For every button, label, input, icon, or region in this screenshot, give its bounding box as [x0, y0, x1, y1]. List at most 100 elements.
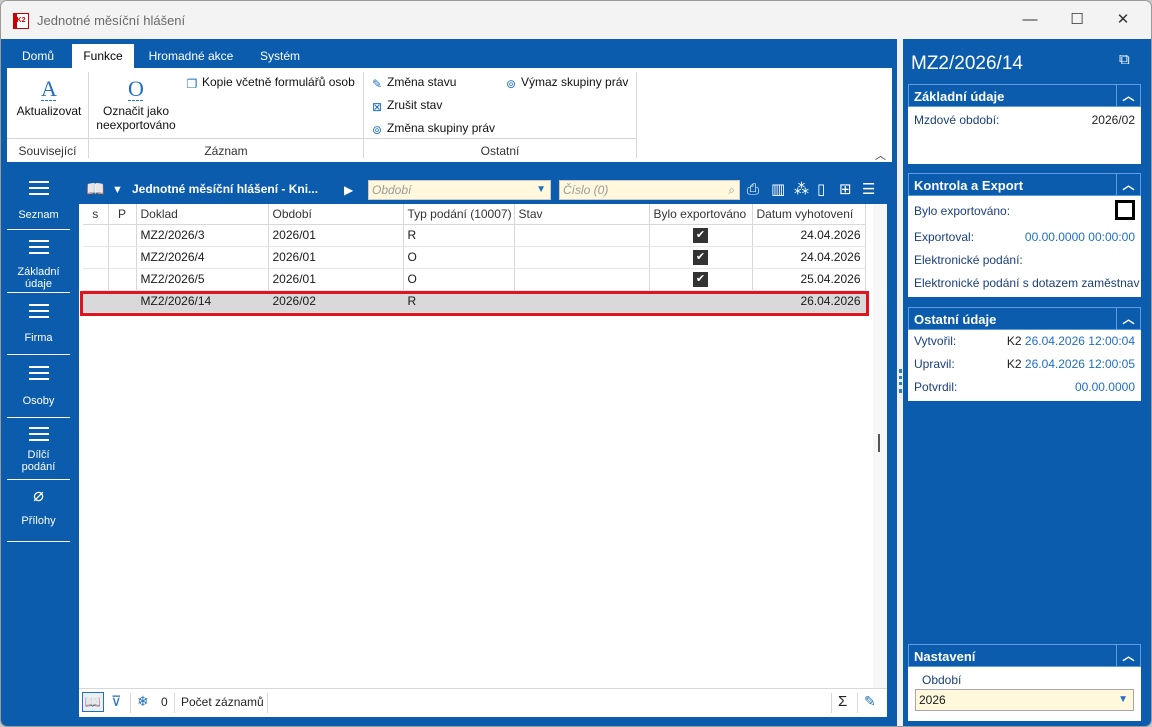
- snowflake-icon[interactable]: ❄: [137, 693, 149, 710]
- dropdown-icon[interactable]: ▼: [1118, 690, 1128, 710]
- collapse-icon[interactable]: ︿: [1116, 174, 1140, 195]
- col-header-obdobi[interactable]: Období: [268, 204, 404, 225]
- field-label: Elektronické podání:: [914, 253, 1023, 267]
- field-bylo-exportovano: Bylo exportováno:: [908, 196, 1141, 226]
- copy-forms-button[interactable]: ❐ Kopie včetně formulářů osob: [185, 73, 355, 91]
- vertical-scrollbar[interactable]: [873, 204, 887, 690]
- field-value: 00.00.0000 00:00:00: [1024, 230, 1135, 244]
- collapse-icon[interactable]: ︿: [1116, 308, 1140, 329]
- tab-hromadne-akce[interactable]: Hromadné akce: [141, 44, 241, 68]
- col-header-s[interactable]: s: [83, 204, 109, 225]
- number-filter-input[interactable]: Číslo (0) ⌕: [559, 180, 740, 200]
- book-icon[interactable]: 📖: [86, 180, 105, 200]
- chart-icon[interactable]: ▥: [771, 180, 785, 200]
- table-row[interactable]: MZ2/2026/4 2026/01 O ✔ 24.04.2026: [83, 246, 866, 269]
- menu-icon[interactable]: ☰: [862, 180, 875, 200]
- group-label-other: Ostatní: [480, 144, 520, 158]
- close-button[interactable]: ✕: [1109, 9, 1137, 31]
- tab-system[interactable]: Systém: [250, 44, 310, 68]
- scrollbar-thumb[interactable]: [878, 434, 880, 452]
- nav-item-seznam[interactable]: Seznam: [7, 171, 70, 230]
- col-header-doklad[interactable]: Doklad: [136, 204, 269, 225]
- columns-icon[interactable]: ▯: [817, 180, 825, 200]
- section-header-basic[interactable]: Základní údaje ︿: [908, 84, 1141, 107]
- delete-rights-group-button[interactable]: ⊚ Výmaz skupiny práv: [504, 73, 628, 91]
- cell-obdobi: 2026/02: [268, 290, 404, 313]
- col-header-bylo-exportovano[interactable]: Bylo exportováno: [649, 204, 753, 225]
- col-header-typ-podani[interactable]: Typ podání (10007): [403, 204, 515, 225]
- cell-datum: 25.04.2026: [752, 268, 866, 291]
- open-external-icon[interactable]: ⧉: [1119, 51, 1130, 68]
- change-state-button[interactable]: ✎ Změna stavu: [370, 73, 456, 91]
- cell-doklad: MZ2/2026/5: [136, 268, 269, 291]
- col-header-p[interactable]: P: [108, 204, 137, 225]
- nav-item-zakladni-udaje[interactable]: Základní údaje: [7, 231, 70, 293]
- chevron-down-icon[interactable]: ▼: [112, 180, 123, 200]
- list-icon: [28, 366, 49, 380]
- field-potvrdil: Potvrdil: 00.00.0000: [908, 376, 1141, 399]
- table-row[interactable]: MZ2/2026/3 2026/01 R ✔ 24.04.2026: [83, 224, 866, 247]
- list-icon: [28, 181, 49, 195]
- section-title: Základní údaje: [914, 89, 1005, 104]
- cancel-state-button[interactable]: ⊠ Zrušit stav: [370, 96, 442, 114]
- field-label: Bylo exportováno:: [914, 204, 1011, 218]
- sum-icon[interactable]: Σ: [838, 693, 847, 710]
- change-rights-group-button[interactable]: ⊚ Změna skupiny práv: [370, 119, 495, 137]
- dropdown-icon[interactable]: ▼: [536, 181, 546, 199]
- cell-doklad: MZ2/2026/4: [136, 246, 269, 269]
- nav-item-osoby[interactable]: Osoby: [7, 356, 70, 418]
- filter-icon[interactable]: ⊽: [111, 693, 121, 710]
- nav-item-prilohy[interactable]: ⌀ Přílohy: [7, 481, 70, 542]
- maximize-button[interactable]: ☐: [1063, 9, 1091, 31]
- settings-period-value: 2026: [919, 693, 946, 707]
- group-label-related: Související: [18, 144, 77, 158]
- nav-item-firma[interactable]: Firma: [7, 294, 70, 355]
- mark-not-exported-button[interactable]: O Označit jako neexportováno: [93, 78, 179, 133]
- hierarchy-icon[interactable]: ⁂: [794, 180, 809, 200]
- record-count: 0: [161, 695, 168, 709]
- list-icon: [28, 427, 49, 441]
- book-icon[interactable]: 📖: [82, 692, 104, 712]
- cell-obdobi: 2026/01: [268, 246, 404, 269]
- cell-typ: R: [403, 290, 515, 313]
- table-header: s P Doklad Období Typ podání (10007) Sta…: [83, 204, 866, 225]
- settings-period-select[interactable]: 2026 ▼: [915, 689, 1134, 711]
- section-header-settings[interactable]: Nastavení ︿: [908, 644, 1141, 667]
- collapse-icon[interactable]: ︿: [1116, 85, 1140, 106]
- cell-exported: ✔: [649, 224, 753, 247]
- cell-exported: ✔: [649, 246, 753, 269]
- nav-label: Seznam: [18, 209, 59, 221]
- updated-user: K2: [1006, 357, 1022, 371]
- period-filter-input[interactable]: Období ▼: [368, 180, 551, 200]
- print-icon[interactable]: ⎙: [747, 180, 759, 200]
- cell-stav: [514, 268, 650, 291]
- checked-checkbox-icon: ✔: [693, 271, 708, 287]
- nav-label: Firma: [24, 332, 53, 344]
- table-row-selected[interactable]: MZ2/2026/14 2026/02 R 26.04.2026: [83, 290, 866, 313]
- section-header-export[interactable]: Kontrola a Export ︿: [908, 173, 1141, 196]
- collapse-icon[interactable]: ︿: [1116, 645, 1140, 666]
- nav-item-dilci-podani[interactable]: Dílčí podání: [7, 419, 70, 480]
- tab-funkce[interactable]: Funkce: [72, 44, 134, 68]
- cell-obdobi: 2026/01: [268, 224, 404, 247]
- excel-icon[interactable]: ⊞: [839, 180, 852, 200]
- section-header-other[interactable]: Ostatní údaje ︿: [908, 307, 1141, 330]
- play-icon[interactable]: ▶: [344, 180, 353, 200]
- refresh-button[interactable]: A Aktualizovat: [11, 78, 87, 119]
- lock-delete-icon: ⊚: [505, 77, 517, 91]
- footer-separator: [267, 693, 268, 713]
- collapse-ribbon-icon[interactable]: ︿: [875, 147, 886, 163]
- section-other: Ostatní údaje ︿ Vytvořil: K2 26.04.2026 …: [908, 307, 1141, 401]
- search-icon[interactable]: ⌕: [728, 181, 735, 199]
- minimize-button[interactable]: —: [1016, 9, 1044, 31]
- exported-checkbox[interactable]: [1115, 200, 1135, 220]
- col-header-datum-vyhotoveni[interactable]: Datum vyhotovení: [752, 204, 866, 225]
- col-header-stav[interactable]: Stav: [514, 204, 650, 225]
- tab-domu[interactable]: Domů: [13, 44, 63, 68]
- cell-s: [83, 224, 109, 247]
- edit-icon[interactable]: ✎: [864, 693, 876, 710]
- checked-checkbox-icon: ✔: [693, 249, 708, 265]
- splitter-grip-icon[interactable]: [899, 369, 902, 393]
- table-row[interactable]: MZ2/2026/5 2026/01 O ✔ 25.04.2026: [83, 268, 866, 291]
- list-icon: [28, 240, 49, 254]
